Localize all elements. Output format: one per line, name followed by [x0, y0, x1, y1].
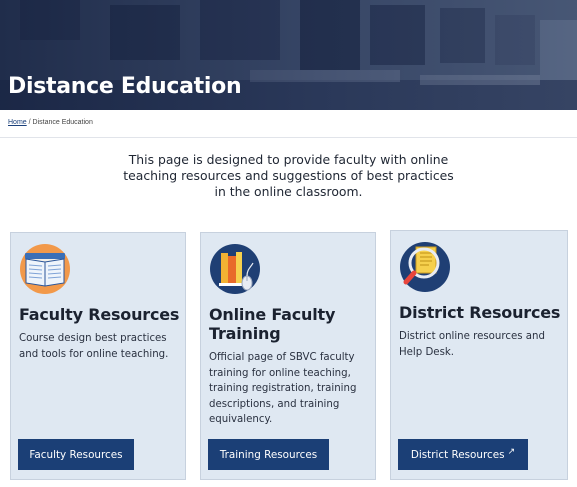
- page-title: Distance Education: [8, 74, 242, 99]
- intro-text: This page is designed to provide faculty…: [123, 152, 454, 199]
- card-faculty-resources: Faculty Resources Course design best pra…: [10, 232, 186, 480]
- card-description: Official page of SBVC faculty training f…: [209, 352, 357, 425]
- breadcrumb: Home / Distance Education: [8, 119, 93, 126]
- card-description: Course design best practices and tools f…: [19, 333, 169, 360]
- breadcrumb-current: Distance Education: [32, 119, 93, 126]
- books-mouse-icon: [210, 244, 260, 294]
- district-resources-button[interactable]: District Resources ↗: [398, 439, 528, 470]
- breadcrumb-home-link[interactable]: Home: [8, 119, 27, 126]
- card-description: District online resources and Help Desk.: [399, 331, 545, 358]
- card-district-resources: District Resources District online resou…: [390, 230, 568, 480]
- card-title: Online Faculty Training: [209, 305, 336, 343]
- faculty-resources-button[interactable]: Faculty Resources: [18, 439, 134, 470]
- open-book-icon: [20, 244, 70, 294]
- training-resources-button[interactable]: Training Resources: [208, 439, 329, 470]
- magnifier-document-icon: [400, 242, 450, 292]
- hero-banner: Distance Education: [0, 0, 577, 110]
- card-title: District Resources: [399, 303, 561, 322]
- button-label: District Resources: [410, 448, 505, 461]
- card-title: Faculty Resources: [19, 305, 180, 324]
- card-online-faculty-training: Online Faculty Training Official page of…: [200, 232, 376, 480]
- external-link-icon: ↗: [507, 446, 516, 457]
- divider: [0, 137, 577, 138]
